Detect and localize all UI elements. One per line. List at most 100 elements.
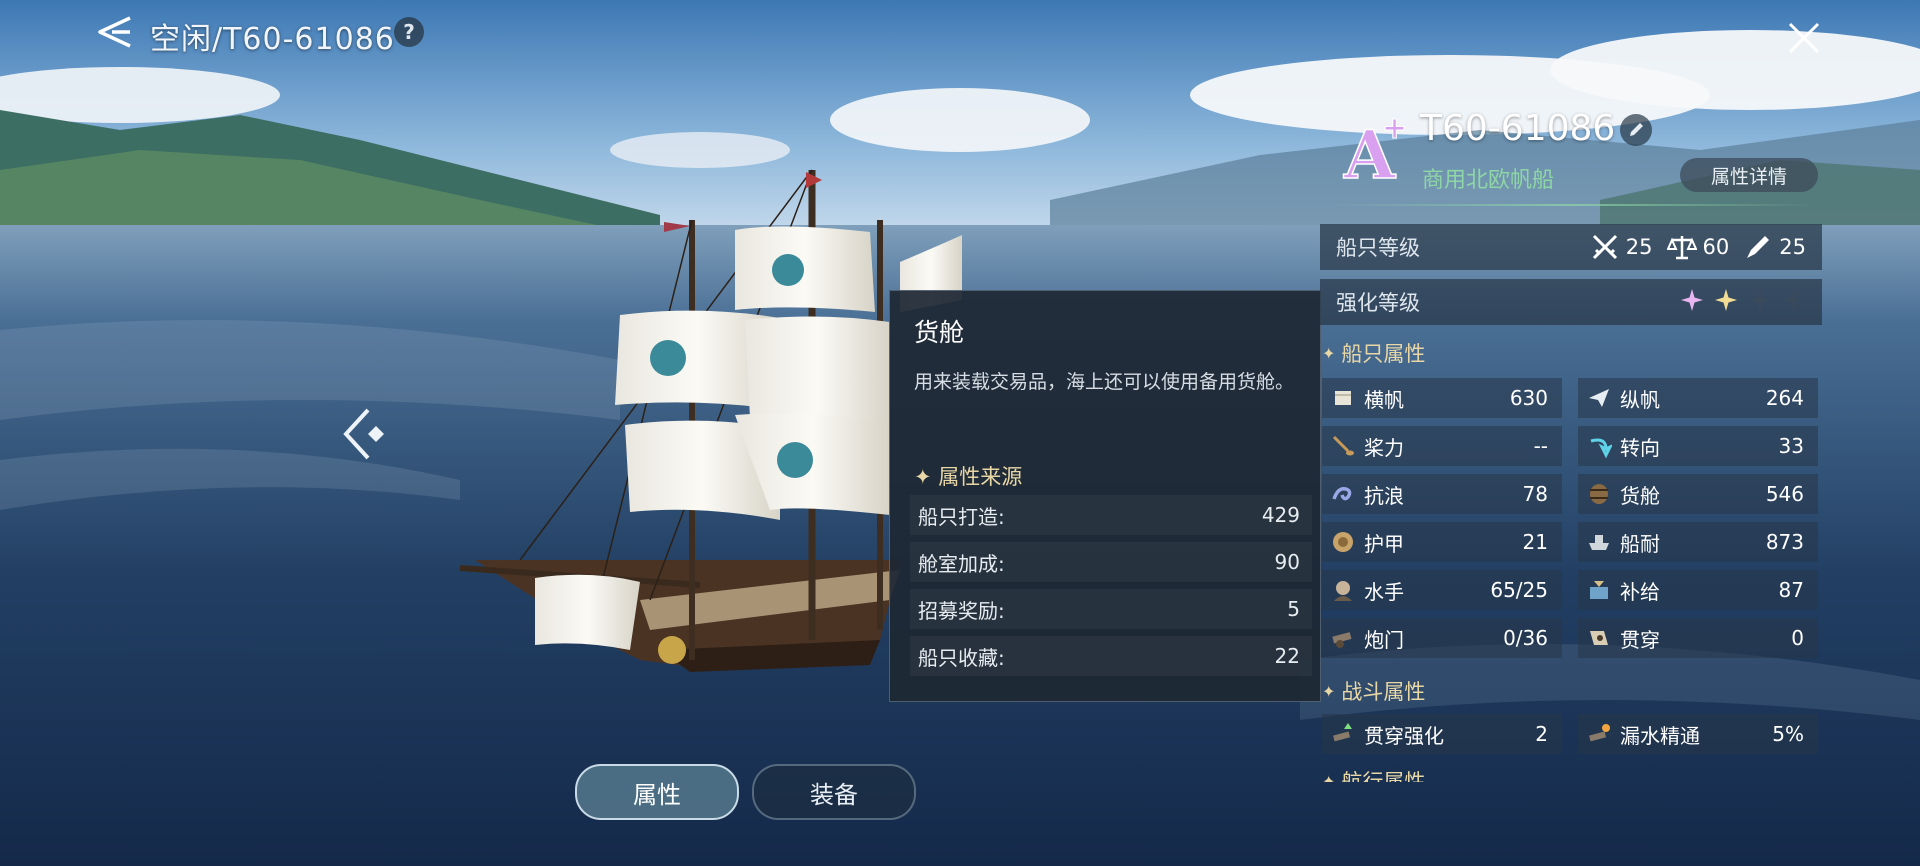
attribute-value: 0/36 bbox=[1503, 626, 1548, 650]
help-button[interactable]: ? bbox=[394, 17, 424, 47]
shield-icon bbox=[1333, 532, 1353, 552]
pierce-up-icon bbox=[1333, 723, 1352, 742]
attribute-cell[interactable]: 贯穿 0 bbox=[1578, 618, 1818, 658]
crossed-swords-icon bbox=[1592, 234, 1617, 260]
enhance-level-bar: 强化等级 bbox=[1320, 279, 1822, 325]
tooltip-row: 船只打造: 429 bbox=[910, 495, 1312, 535]
enhance-level-label: 强化等级 bbox=[1336, 291, 1420, 315]
attribute-icon bbox=[1330, 721, 1356, 747]
attribute-value: 5% bbox=[1772, 722, 1804, 746]
craft-level: 25 bbox=[1743, 232, 1806, 262]
attribute-icon bbox=[1330, 385, 1356, 411]
attribute-label: 抗浪 bbox=[1364, 483, 1404, 508]
attribute-cell[interactable]: 纵帆 264 bbox=[1578, 378, 1818, 418]
attribute-value: 33 bbox=[1778, 434, 1804, 458]
section-label: 航行属性 bbox=[1341, 770, 1426, 782]
sparkle-icon: ✦ bbox=[1322, 771, 1336, 783]
attribute-cell[interactable]: 转向 33 bbox=[1578, 426, 1818, 466]
ship-level-bar: 船只等级 25 60 25 bbox=[1320, 224, 1822, 270]
trade-level-value: 60 bbox=[1702, 235, 1730, 259]
tooltip-row-value: 22 bbox=[1274, 644, 1300, 668]
attribute-label: 桨力 bbox=[1364, 435, 1404, 460]
attribute-label: 贯穿 bbox=[1620, 627, 1660, 652]
attribute-value: 21 bbox=[1522, 530, 1548, 554]
attribute-value: 78 bbox=[1522, 482, 1548, 506]
prev-ship-arrow-icon[interactable] bbox=[338, 404, 384, 464]
attribute-cell[interactable]: 桨力 -- bbox=[1322, 426, 1562, 466]
star-empty-icon bbox=[1782, 288, 1806, 317]
combat-level-value: 25 bbox=[1625, 235, 1653, 259]
divider bbox=[1326, 204, 1816, 206]
attribute-details-button[interactable]: 属性详情 bbox=[1680, 158, 1818, 192]
attribute-cell[interactable]: 补给 87 bbox=[1578, 570, 1818, 610]
attribute-value: 873 bbox=[1765, 530, 1804, 554]
attribute-icon bbox=[1330, 577, 1356, 603]
ship-level-label: 船只等级 bbox=[1336, 236, 1420, 260]
barrel-icon bbox=[1590, 484, 1608, 504]
attribute-icon bbox=[1586, 385, 1612, 411]
source-title-label: 属性来源 bbox=[938, 465, 1023, 489]
attribute-label: 转向 bbox=[1620, 435, 1660, 460]
attribute-cell[interactable]: 货舱 546 bbox=[1578, 474, 1818, 514]
attribute-cell[interactable]: 护甲 21 bbox=[1322, 522, 1562, 562]
attribute-icon bbox=[1586, 433, 1612, 459]
attribute-cell[interactable]: 船耐 873 bbox=[1578, 522, 1818, 562]
grade-badge: A + bbox=[1342, 112, 1406, 186]
tooltip-row-value: 90 bbox=[1274, 550, 1300, 574]
tooltip-source-title: ✦ 属性来源 bbox=[914, 461, 1022, 491]
edit-name-button[interactable] bbox=[1620, 114, 1652, 146]
back-arrow-icon[interactable] bbox=[92, 14, 136, 50]
craft-level-value: 25 bbox=[1779, 235, 1806, 259]
close-icon[interactable] bbox=[1786, 20, 1822, 56]
attribute-label: 水手 bbox=[1364, 579, 1404, 604]
attribute-label: 纵帆 bbox=[1620, 387, 1660, 412]
attribute-cell[interactable]: 水手 65/25 bbox=[1322, 570, 1562, 610]
section-label: 战斗属性 bbox=[1341, 680, 1426, 704]
attribute-value: 630 bbox=[1509, 386, 1548, 410]
tooltip-row: 招募奖励: 5 bbox=[910, 589, 1312, 629]
sparkle-icon: ✦ bbox=[1322, 681, 1336, 701]
tab-attributes[interactable]: 属性 bbox=[575, 764, 739, 820]
attribute-icon bbox=[1586, 721, 1612, 747]
attribute-icon bbox=[1586, 577, 1612, 603]
attribute-cell[interactable]: 炮门 0/36 bbox=[1322, 618, 1562, 658]
oar-icon bbox=[1332, 435, 1354, 456]
star-lit-icon bbox=[1680, 288, 1704, 317]
sparkle-icon: ✦ bbox=[914, 465, 939, 489]
quill-icon bbox=[1747, 236, 1770, 258]
tooltip-row-value: 429 bbox=[1261, 503, 1300, 527]
leak-icon bbox=[1589, 724, 1610, 742]
tooltip-title: 货舱 bbox=[914, 318, 965, 347]
tooltip-row-label: 招募奖励: bbox=[918, 598, 1005, 623]
pierce-icon bbox=[1590, 631, 1608, 645]
attribute-label: 补给 bbox=[1620, 579, 1660, 604]
tooltip-row: 船只收藏: 22 bbox=[910, 636, 1312, 676]
tooltip-description: 用来装载交易品，海上还可以使用备用货舱。 bbox=[914, 371, 1295, 393]
attribute-value: 2 bbox=[1535, 722, 1548, 746]
cannon-icon bbox=[1332, 632, 1352, 648]
tab-equipment[interactable]: 装备 bbox=[752, 764, 916, 820]
tooltip-row-label: 船只打造: bbox=[918, 504, 1005, 529]
attribute-value: -- bbox=[1533, 434, 1548, 458]
cargo-tooltip: 货舱 用来装载交易品，海上还可以使用备用货舱。 ✦ 属性来源 船只打造: 429… bbox=[889, 290, 1321, 702]
tooltip-row-value: 5 bbox=[1287, 597, 1300, 621]
attribute-label: 炮门 bbox=[1364, 627, 1404, 652]
attribute-cell[interactable]: 抗浪 78 bbox=[1322, 474, 1562, 514]
attribute-icon bbox=[1586, 625, 1612, 651]
attribute-cell[interactable]: 漏水精通 5% bbox=[1578, 714, 1818, 754]
attribute-value: 87 bbox=[1778, 578, 1804, 602]
attribute-icon bbox=[1330, 433, 1356, 459]
attribute-value: 0 bbox=[1791, 626, 1804, 650]
star-empty-icon bbox=[1748, 288, 1772, 317]
trade-level: 60 bbox=[1666, 232, 1730, 262]
attribute-cell[interactable]: 贯穿强化 2 bbox=[1322, 714, 1562, 754]
attribute-cell[interactable]: 横帆 630 bbox=[1322, 378, 1562, 418]
attribute-icon bbox=[1586, 481, 1612, 507]
wave-icon bbox=[1332, 486, 1352, 501]
tooltip-row-label: 船只收藏: bbox=[918, 645, 1005, 670]
attribute-label: 贯穿强化 bbox=[1364, 723, 1444, 748]
attribute-value: 65/25 bbox=[1490, 578, 1548, 602]
attribute-value: 264 bbox=[1765, 386, 1804, 410]
attribute-value: 546 bbox=[1765, 482, 1804, 506]
attribute-label: 漏水精通 bbox=[1620, 723, 1700, 748]
